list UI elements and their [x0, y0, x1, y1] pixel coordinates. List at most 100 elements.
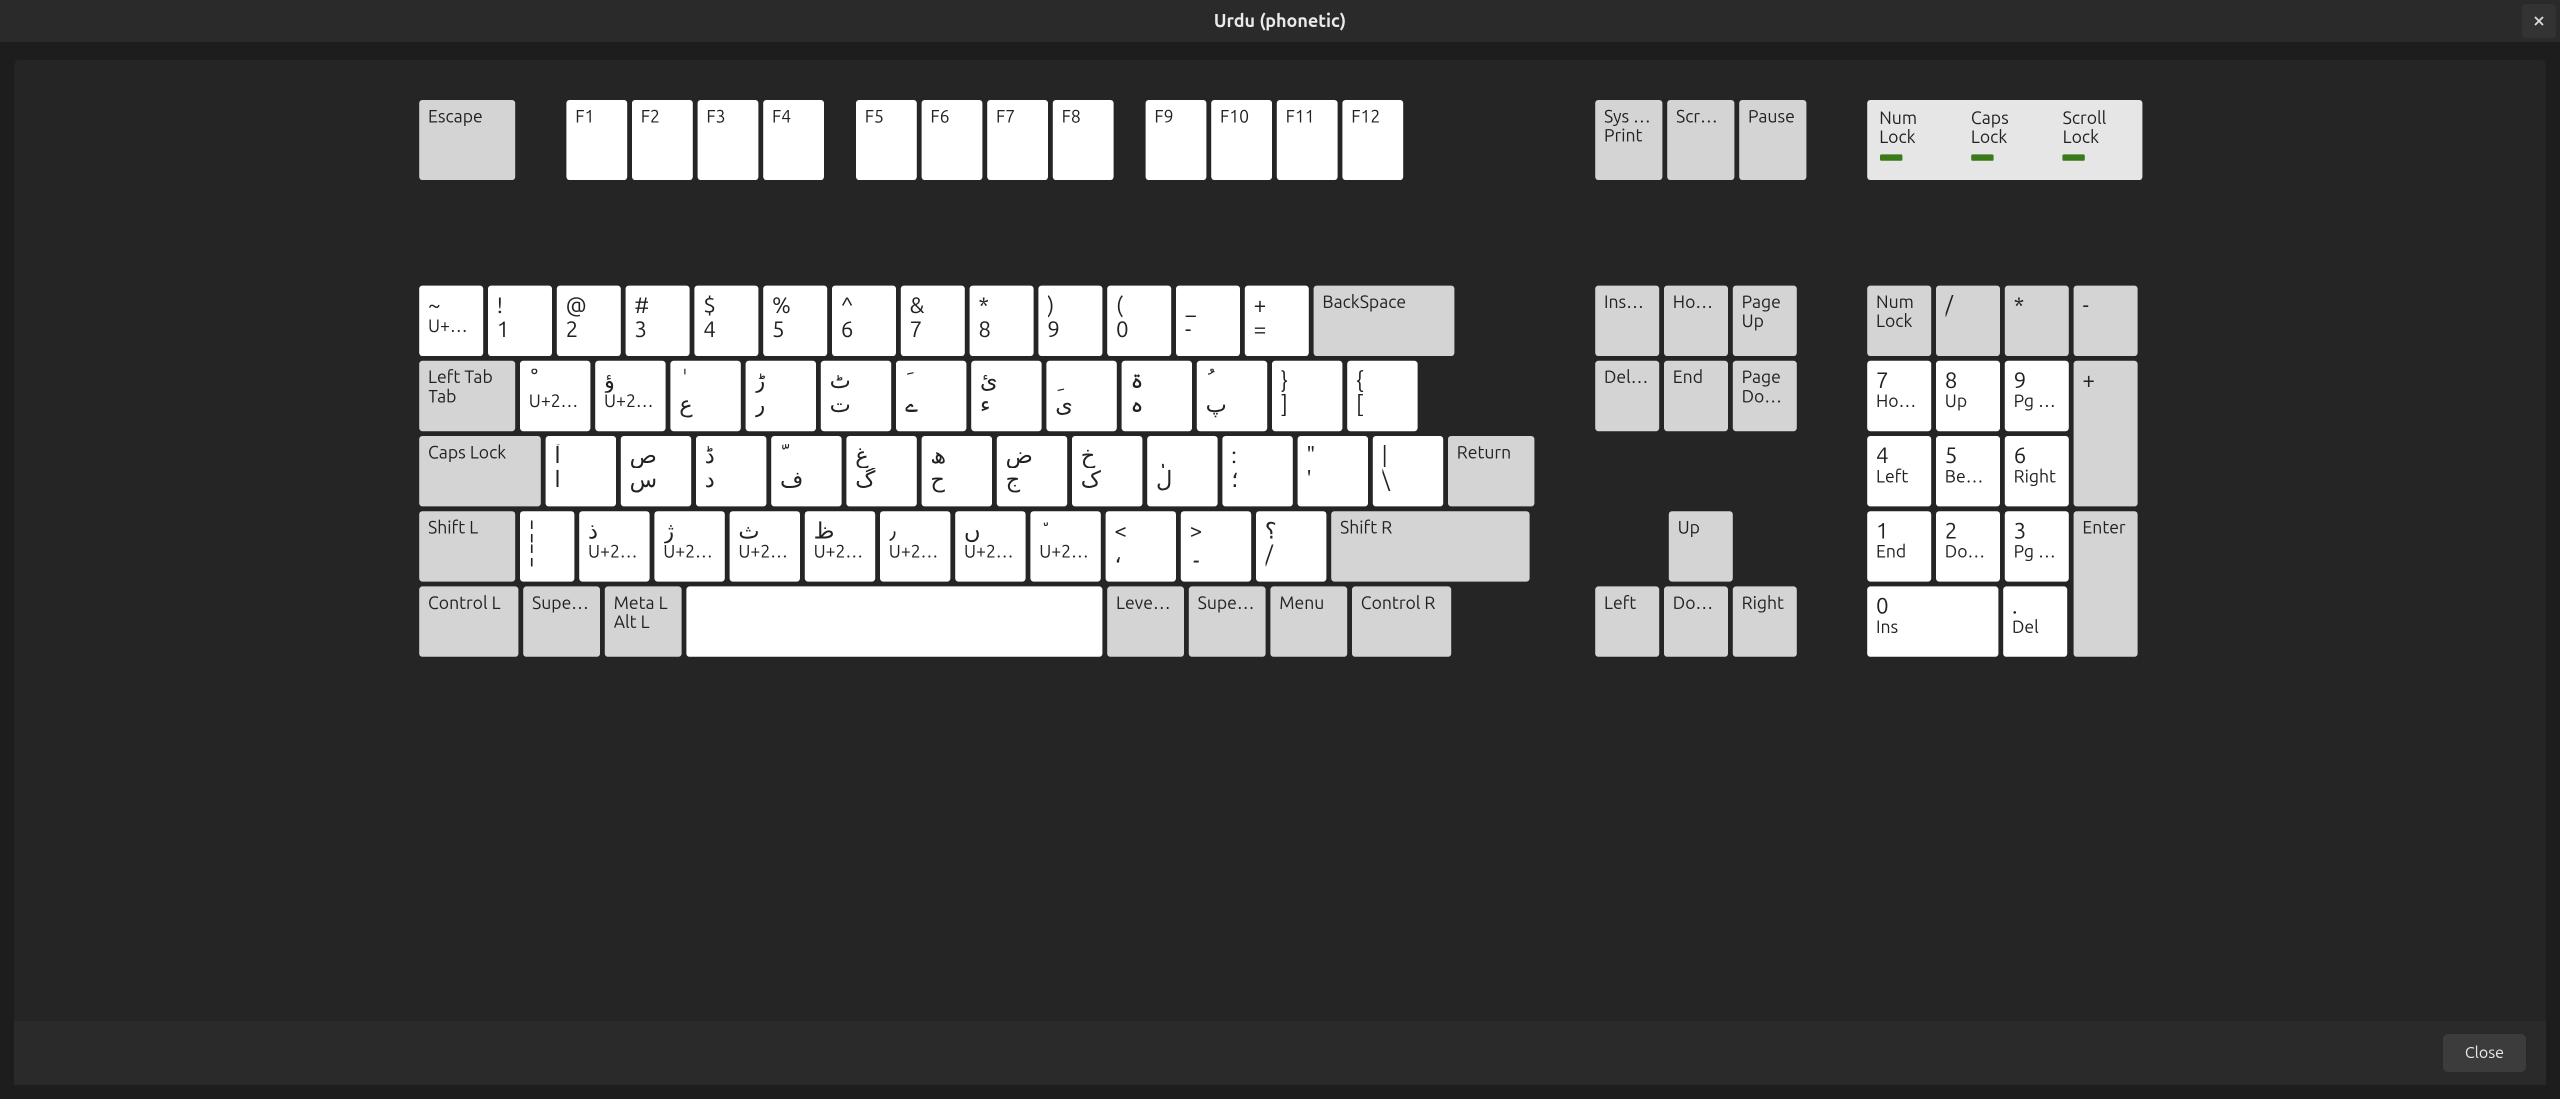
key-m[interactable]: ٘U+200F — [1030, 511, 1100, 581]
key-b[interactable]: ٫U+20… — [879, 511, 949, 581]
key-t[interactable]: ٹت — [820, 361, 890, 431]
key-np-enter[interactable]: Enter — [2073, 511, 2137, 657]
close-button[interactable]: Close — [2443, 1034, 2526, 1072]
key-d[interactable]: ڈد — [695, 436, 765, 506]
key-escape[interactable]: Escape — [418, 100, 514, 180]
key-bracket-left[interactable]: }] — [1271, 361, 1341, 431]
key-4[interactable]: $4 — [694, 286, 758, 356]
key-slash[interactable]: ؟/ — [1255, 511, 1325, 581]
key-g[interactable]: غگ — [846, 436, 916, 506]
key-np-5[interactable]: 5Begin — [1935, 436, 1999, 506]
key-np-7[interactable]: 7Home — [1866, 361, 1930, 431]
key-level3[interactable]: Level3 S… — [1106, 586, 1183, 656]
key-tab[interactable]: Left TabTab — [418, 361, 514, 431]
key-f11[interactable]: F11 — [1276, 100, 1337, 180]
key-np-0[interactable]: 0Ins — [1866, 586, 1997, 656]
key-f2[interactable]: F2 — [631, 100, 692, 180]
close-icon[interactable] — [2522, 4, 2556, 38]
key-7[interactable]: &7 — [900, 286, 964, 356]
key-v[interactable]: ظU+20… — [804, 511, 874, 581]
key-left[interactable]: Left — [1594, 586, 1658, 656]
key-n[interactable]: ںU+20… — [954, 511, 1024, 581]
key-np-6[interactable]: 6Right — [2004, 436, 2068, 506]
key-np-1[interactable]: 1End — [1866, 511, 1930, 581]
key-backslash[interactable]: |\ — [1372, 436, 1442, 506]
key-np-multiply[interactable]: * — [2004, 286, 2068, 356]
key-capslock[interactable]: Caps Lock — [418, 436, 540, 506]
key-super-left[interactable]: Super L — [522, 586, 599, 656]
key-comma[interactable]: <، — [1105, 511, 1175, 581]
key-q[interactable]: ْU+20… — [519, 361, 589, 431]
key-shift-left[interactable]: Shift L — [418, 511, 514, 581]
key-apostrophe[interactable]: "' — [1297, 436, 1367, 506]
key-np-4[interactable]: 4Left — [1866, 436, 1930, 506]
key-k[interactable]: خک — [1071, 436, 1141, 506]
key-np-decimal[interactable]: .Del — [2002, 586, 2066, 656]
key-2[interactable]: @2 — [556, 286, 620, 356]
key-s[interactable]: صس — [620, 436, 690, 506]
key-5[interactable]: %5 — [762, 286, 826, 356]
key-z[interactable]: ذU+20… — [578, 511, 648, 581]
key-f[interactable]: ّف — [770, 436, 840, 506]
key-1[interactable]: !1 — [487, 286, 551, 356]
key-u[interactable]: ئء — [970, 361, 1040, 431]
key-np-9[interactable]: 9Pg Up — [2004, 361, 2068, 431]
key-backspace[interactable]: BackSpace — [1313, 286, 1454, 356]
key-o[interactable]: ۃہ — [1121, 361, 1191, 431]
key-sysrq[interactable]: Sys RqPrint — [1594, 100, 1661, 180]
key-pgdn[interactable]: PageDown — [1732, 361, 1796, 431]
key-control-right[interactable]: Control R — [1351, 586, 1450, 656]
key-bracket-right[interactable]: {[ — [1346, 361, 1416, 431]
key-period[interactable]: >۔ — [1180, 511, 1250, 581]
key-9[interactable]: )9 — [1038, 286, 1102, 356]
key-return[interactable]: Return — [1447, 436, 1533, 506]
key-np-add[interactable]: + — [2073, 361, 2137, 507]
key-f3[interactable]: F3 — [697, 100, 758, 180]
key-iso[interactable]: ¦¦ — [519, 511, 573, 581]
key-f12[interactable]: F12 — [1342, 100, 1403, 180]
key-l[interactable]: ٖل — [1146, 436, 1216, 506]
key-0[interactable]: (0 — [1106, 286, 1170, 356]
key-control-left[interactable]: Control L — [418, 586, 517, 656]
key-minus[interactable]: _- — [1175, 286, 1239, 356]
key-np-subtract[interactable]: - — [2073, 286, 2137, 356]
key-h[interactable]: ھح — [921, 436, 991, 506]
key-e[interactable]: ٰع — [670, 361, 740, 431]
key-w[interactable]: ؤU+20… — [594, 361, 664, 431]
key-up[interactable]: Up — [1668, 511, 1732, 581]
key-j[interactable]: ضج — [996, 436, 1066, 506]
key-down[interactable]: Down — [1663, 586, 1727, 656]
key-3[interactable]: #3 — [625, 286, 689, 356]
key-f10[interactable]: F10 — [1210, 100, 1271, 180]
key-f9[interactable]: F9 — [1145, 100, 1206, 180]
key-grave[interactable]: ~U+20… — [418, 286, 482, 356]
key-alt-left[interactable]: Meta LAlt L — [604, 586, 681, 656]
key-pgup[interactable]: PageUp — [1732, 286, 1796, 356]
key-f8[interactable]: F8 — [1052, 100, 1113, 180]
key-np-divide[interactable]: / — [1935, 286, 1999, 356]
key-numlock[interactable]: NumLock — [1866, 286, 1930, 356]
key-menu[interactable]: Menu — [1270, 586, 1347, 656]
key-i[interactable]: ِی — [1046, 361, 1116, 431]
key-delete[interactable]: Delete — [1594, 361, 1658, 431]
key-r[interactable]: ڑر — [745, 361, 815, 431]
key-end[interactable]: End — [1663, 361, 1727, 431]
key-c[interactable]: ثU+20… — [729, 511, 799, 581]
key-equal[interactable]: += — [1244, 286, 1308, 356]
key-space[interactable] — [686, 586, 1102, 656]
key-f7[interactable]: F7 — [986, 100, 1047, 180]
key-a[interactable]: آا — [545, 436, 615, 506]
key-f1[interactable]: F1 — [566, 100, 627, 180]
key-np-3[interactable]: 3Pg Dn — [2004, 511, 2068, 581]
key-semicolon[interactable]: :؛ — [1222, 436, 1292, 506]
key-p[interactable]: ُپ — [1196, 361, 1266, 431]
key-pause[interactable]: Pause — [1738, 100, 1805, 180]
key-insert[interactable]: Insert — [1594, 286, 1658, 356]
key-np-8[interactable]: 8Up — [1935, 361, 1999, 431]
key-shift-right[interactable]: Shift R — [1330, 511, 1528, 581]
key-8[interactable]: *8 — [969, 286, 1033, 356]
key-f4[interactable]: F4 — [762, 100, 823, 180]
key-super-right[interactable]: Super R — [1188, 586, 1265, 656]
key-scroll-lock[interactable]: Scroll Lock — [1666, 100, 1733, 180]
key-x[interactable]: ژU+20… — [654, 511, 724, 581]
